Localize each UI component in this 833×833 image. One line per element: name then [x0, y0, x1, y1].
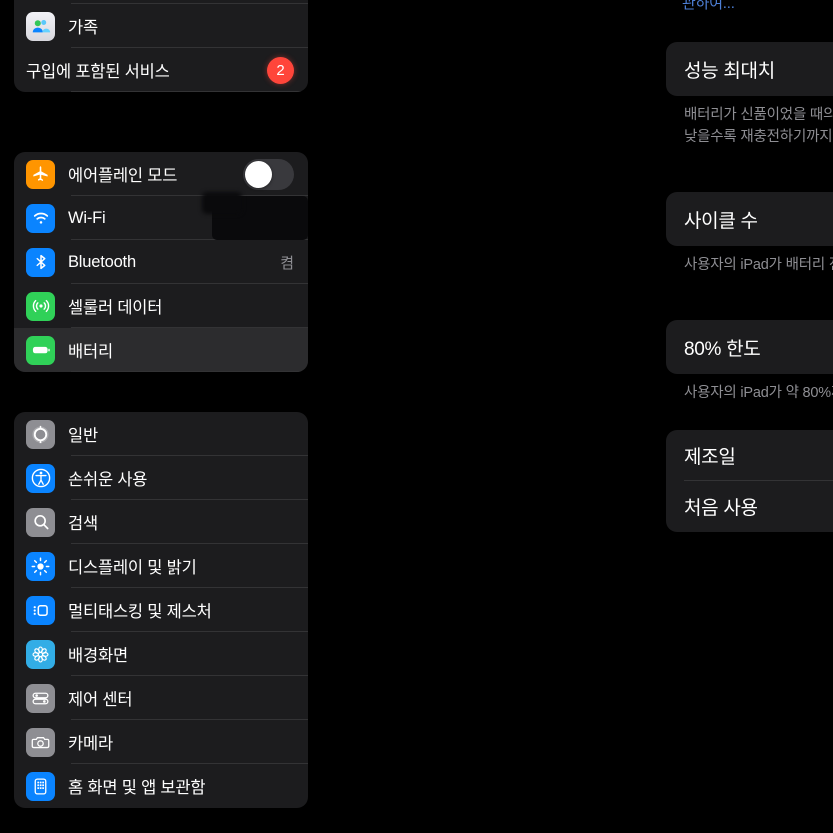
sidebar-item-label: 에어플레인 모드: [68, 167, 178, 185]
sidebar-item-general[interactable]: 일반: [14, 412, 308, 456]
cycle-count-section: 사이클 수 9 사용자의 iPad가 배터리 전체 용량을 사용한 횟수입니다.…: [666, 192, 833, 277]
wifi-icon: [26, 203, 55, 233]
multitasking-icon: [26, 595, 55, 625]
limit-80-footer-text: 사용자의 iPad가 약 80%까지만 충전됩니다.: [684, 385, 833, 401]
sidebar-item-label: 디스플레이 및 밝기: [68, 559, 197, 577]
limit-80-title: 80% 한도: [684, 338, 761, 360]
sidebar-item-search[interactable]: 검색: [14, 500, 308, 544]
sidebar-group-account: 가족 구입에 포함된 서비스 2: [14, 0, 308, 92]
sidebar-item-multitasking[interactable]: 멀티태스킹 및 제스처: [14, 588, 308, 632]
settings-sidebar: 가족 구입에 포함된 서비스 2 에어플레인 모드 Wi-Fi Bluetoot…: [0, 0, 322, 833]
sidebar-item-display-brightness[interactable]: 디스플레이 및 밝기: [14, 544, 308, 588]
battery-detail-pane: 관하여... 성능 최대치 100% 배터리가 신품이었을 때의 성능에 대비한…: [322, 0, 833, 833]
family-icon: [26, 11, 55, 41]
clipped-learn-more-link[interactable]: 관하여...: [682, 0, 735, 13]
cycle-count-title: 사이클 수: [684, 210, 758, 232]
sidebar-item-label: Bluetooth: [68, 252, 136, 271]
first-use-date-row: 처음 사용 2024년 10월: [666, 481, 833, 532]
sidebar-item-label: 멀티태스킹 및 제스처: [68, 603, 212, 621]
sidebar-group-connectivity: 에어플레인 모드 Wi-Fi Bluetooth 켬 셀룰러 데이터 배터리: [14, 152, 308, 372]
sidebar-item-wallpaper[interactable]: 배경화면: [14, 632, 308, 676]
limit-80-section: 80% 한도 사용자의 iPad가 약 80%까지만 충전됩니다. 더 알아보기…: [666, 320, 833, 405]
manufacture-date-row: 제조일 2024년 9월: [666, 430, 833, 481]
limit-80-card: 80% 한도: [666, 320, 833, 374]
cellular-icon: [26, 291, 55, 321]
sidebar-item-home-screen[interactable]: 홈 화면 및 앱 보관함: [14, 764, 308, 808]
sidebar-item-label: 손쉬운 사용: [68, 471, 148, 489]
bluetooth-state-value: 켬: [280, 254, 294, 272]
peak-performance-row[interactable]: 성능 최대치 100%: [666, 42, 833, 96]
cycle-count-row[interactable]: 사이클 수 9: [666, 192, 833, 246]
sidebar-item-family[interactable]: 가족: [14, 4, 308, 48]
sidebar-item-label: 일반: [68, 427, 98, 445]
cycle-count-footer-text: 사용자의 iPad가 배터리 전체 용량을 사용한 횟수입니다.: [684, 257, 833, 273]
sidebar-item-label: 홈 화면 및 앱 보관함: [68, 779, 206, 797]
bluetooth-icon: [26, 247, 55, 277]
camera-icon: [26, 727, 55, 757]
limit-80-row[interactable]: 80% 한도: [666, 320, 833, 374]
battery-dates-card: 제조일 2024년 9월 처음 사용 2024년 10월: [666, 430, 833, 532]
gear-icon: [26, 419, 55, 449]
sidebar-item-label: 카메라: [68, 735, 113, 753]
search-icon: [26, 507, 55, 537]
sidebar-item-accessibility[interactable]: 손쉬운 사용: [14, 456, 308, 500]
sidebar-item-included-services[interactable]: 구입에 포함된 서비스 2: [14, 48, 308, 92]
sidebar-item-camera[interactable]: 카메라: [14, 720, 308, 764]
peak-performance-title: 성능 최대치: [684, 60, 775, 82]
accessibility-icon: [26, 463, 55, 493]
manufacture-date-title: 제조일: [684, 447, 736, 468]
airplane-icon: [26, 159, 55, 189]
sidebar-item-airplane-mode[interactable]: 에어플레인 모드: [14, 152, 308, 196]
sidebar-item-control-center[interactable]: 제어 센터: [14, 676, 308, 720]
sidebar-item-battery[interactable]: 배터리: [14, 328, 308, 372]
sidebar-item-label: 가족: [68, 19, 98, 37]
sidebar-item-label: 배터리: [68, 343, 113, 361]
brightness-icon: [26, 551, 55, 581]
wallpaper-icon: [26, 639, 55, 669]
first-use-date-title: 처음 사용: [684, 498, 758, 519]
limit-80-footer: 사용자의 iPad가 약 80%까지만 충전됩니다. 더 알아보기...: [666, 374, 833, 405]
sidebar-item-label: 셀룰러 데이터: [68, 299, 163, 317]
peak-performance-card: 성능 최대치 100%: [666, 42, 833, 96]
sidebar-item-cellular-data[interactable]: 셀룰러 데이터: [14, 284, 308, 328]
toggle-knob: [245, 160, 272, 188]
sidebar-item-label: 구입에 포함된 서비스: [26, 63, 170, 81]
sidebar-item-bluetooth[interactable]: Bluetooth 켬: [14, 240, 308, 284]
redaction-blob-wifi-edge: [202, 192, 242, 214]
cycle-count-footer: 사용자의 iPad가 배터리 전체 용량을 사용한 횟수입니다. 더 알아보기.…: [666, 246, 833, 277]
ipad-settings-screen: 가족 구입에 포함된 서비스 2 에어플레인 모드 Wi-Fi Bluetoot…: [0, 0, 833, 833]
home-screen-icon: [26, 771, 55, 801]
battery-icon: [26, 335, 55, 365]
airplane-mode-toggle[interactable]: [243, 158, 294, 190]
sidebar-item-label: 제어 센터: [68, 691, 133, 709]
sidebar-item-label: Wi-Fi: [68, 208, 106, 227]
sidebar-item-label: 검색: [68, 515, 98, 533]
cycle-count-card: 사이클 수 9: [666, 192, 833, 246]
sidebar-item-label: 배경화면: [68, 647, 128, 665]
sidebar-group-general: 일반 손쉬운 사용 검색 디스플레이 및 밝기 멀티태스킹 및 제스처 배경화면…: [14, 412, 308, 808]
peak-performance-footer: 배터리가 신품이었을 때의 성능에 대비한 배터리 성능 수치입니다. 수치가 …: [684, 107, 833, 145]
control-center-icon: [26, 683, 55, 713]
status-badge: 2: [267, 56, 294, 84]
